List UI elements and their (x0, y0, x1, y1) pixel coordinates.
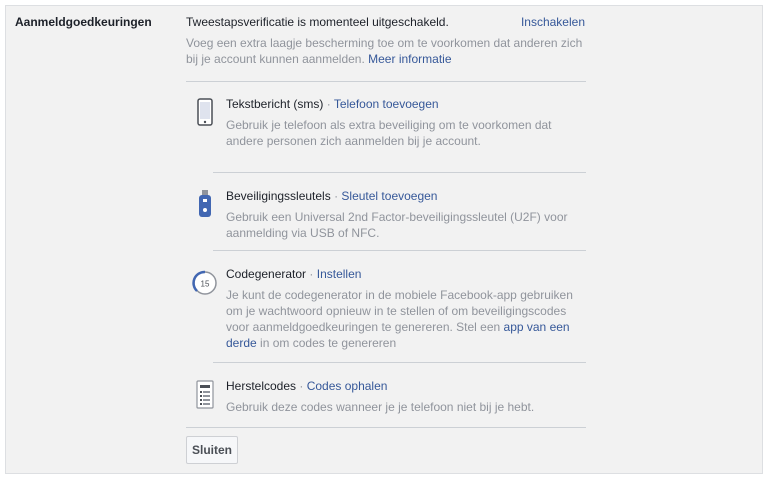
option-title: Herstelcodes · Codes ophalen (226, 379, 387, 393)
divider (186, 427, 586, 428)
option-separator: · (330, 189, 342, 203)
option-name: Codegenerator (226, 267, 307, 281)
option-description: Je kunt de codegenerator in de mobiele F… (226, 287, 586, 351)
code-generator-icon-number: 15 (201, 280, 210, 289)
option-description-post: in om codes te genereren (256, 336, 397, 350)
usb-key-icon (199, 190, 211, 217)
option-separator: · (306, 267, 317, 281)
option-title: Tekstbericht (sms) · Telefoon toevoegen (226, 97, 439, 111)
section-label: Aanmeldgoedkeuringen (15, 15, 152, 29)
add-phone-link[interactable]: Telefoon toevoegen (334, 97, 439, 111)
option-description: Gebruik deze codes wanneer je je telefoo… (226, 400, 535, 414)
close-button[interactable]: Sluiten (186, 436, 238, 464)
login-approvals-panel: Aanmeldgoedkeuringen Tweestapsverificati… (5, 5, 763, 474)
option-description: Gebruik je telefoon als extra beveiligin… (226, 118, 552, 148)
divider (186, 81, 586, 82)
phone-icon (197, 98, 213, 126)
option-name: Beveiligingssleutels (226, 189, 331, 203)
get-codes-link[interactable]: Codes ophalen (307, 379, 388, 393)
option-title: Beveiligingssleutels · Sleutel toevoegen (226, 189, 437, 203)
option-name: Tekstbericht (sms) (226, 97, 324, 111)
divider (213, 362, 586, 363)
enable-link[interactable]: Inschakelen (521, 15, 585, 29)
add-key-link[interactable]: Sleutel toevoegen (341, 189, 437, 203)
recovery-codes-icon (196, 380, 214, 409)
intro-text: Voeg een extra laagje bescherming toe om… (186, 35, 586, 67)
more-info-link[interactable]: Meer informatie (368, 52, 451, 66)
divider (213, 250, 586, 251)
setup-link[interactable]: Instellen (317, 267, 362, 281)
option-separator: · (323, 97, 334, 111)
option-description: Gebruik een Universal 2nd Factor-beveili… (226, 210, 568, 240)
divider (213, 172, 586, 173)
two-step-status: Tweestapsverificatie is momenteel uitges… (186, 15, 449, 29)
code-generator-icon: 15 (192, 270, 217, 295)
option-separator: · (296, 379, 307, 393)
option-title: Codegenerator · Instellen (226, 267, 361, 281)
option-name: Herstelcodes (226, 379, 297, 393)
